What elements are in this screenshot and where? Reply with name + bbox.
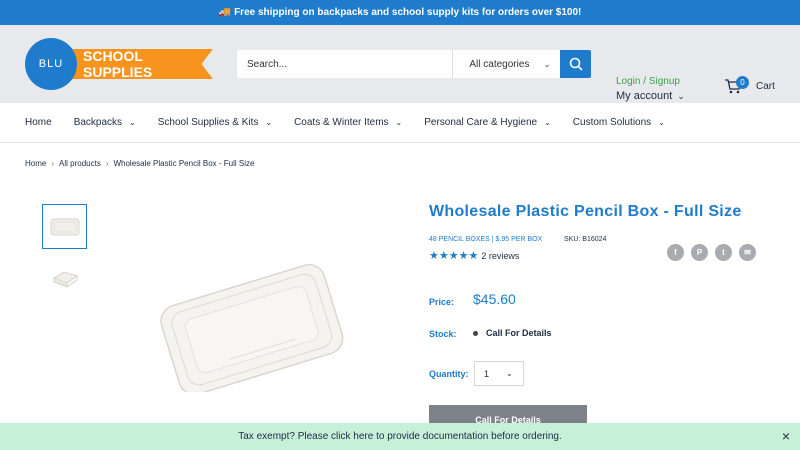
- cart-button[interactable]: 0 Cart: [724, 76, 775, 94]
- chevron-down-icon: ⌄: [544, 118, 551, 127]
- facebook-icon[interactable]: f: [667, 244, 684, 261]
- product-meta: 48 PENCIL BOXES | $.95 PER BOX SKU: B160…: [429, 236, 606, 243]
- product-main-image[interactable]: [150, 262, 350, 396]
- quantity-value: 1: [484, 368, 490, 379]
- login-signup-link[interactable]: Login / Signup: [616, 76, 680, 87]
- tax-exempt-bar[interactable]: Tax exempt? Please click here to provide…: [0, 423, 800, 450]
- quantity-select[interactable]: 1 ⌄: [474, 361, 524, 386]
- chevron-down-icon: ⌄: [658, 118, 665, 127]
- chevron-down-icon: ⌄: [543, 58, 551, 69]
- reviews-count: 2 reviews: [481, 250, 520, 261]
- nav-item-school-supplies[interactable]: School Supplies & Kits ⌄: [158, 117, 272, 128]
- truck-icon: 🚚: [218, 7, 232, 18]
- chevron-down-icon: ⌄: [677, 90, 685, 101]
- nav-item-label: Personal Care & Hygiene: [424, 117, 538, 128]
- nav-item-custom-solutions[interactable]: Custom Solutions ⌄: [573, 117, 665, 128]
- main-nav: Home Backpacks ⌄ School Supplies & Kits …: [0, 103, 800, 143]
- pencil-box-open-image: [52, 271, 78, 288]
- nav-item-label: Home: [25, 117, 52, 128]
- product-title: Wholesale Plastic Pencil Box - Full Size: [429, 203, 742, 220]
- tax-exempt-text[interactable]: Tax exempt? Please click here to provide…: [238, 431, 562, 442]
- site-header: BLU SCHOOL SUPPLIES All categories ⌄ Log…: [0, 25, 800, 103]
- cart-label: Cart: [756, 80, 775, 92]
- price-label: Price:: [429, 297, 455, 307]
- announcement-bar: 🚚 Free shipping on backpacks and school …: [0, 0, 800, 25]
- category-select-label: All categories: [469, 58, 530, 70]
- stock-value: Call For Details: [473, 328, 552, 338]
- cart-count-badge: 0: [736, 76, 749, 89]
- search-bar: All categories ⌄: [237, 50, 591, 78]
- site-logo[interactable]: BLU SCHOOL SUPPLIES: [25, 38, 215, 90]
- price-value: $45.60: [473, 291, 516, 307]
- chevron-down-icon: ⌄: [506, 369, 513, 378]
- nav-item-label: Custom Solutions: [572, 117, 652, 128]
- stock-value-text: Call For Details: [486, 328, 552, 338]
- star-rating-icon: ★★★★★: [429, 250, 479, 262]
- search-button[interactable]: [560, 50, 591, 78]
- search-icon: [569, 57, 583, 71]
- nav-item-label: Coats & Winter Items: [294, 117, 389, 128]
- pencil-box-image: [50, 218, 79, 235]
- chevron-down-icon: ⌄: [129, 118, 136, 127]
- breadcrumb: Home › All products › Wholesale Plastic …: [25, 159, 254, 168]
- twitter-icon[interactable]: t: [715, 244, 732, 261]
- product-thumbnail-2[interactable]: [42, 255, 87, 300]
- nav-item-backpacks[interactable]: Backpacks ⌄: [74, 117, 136, 128]
- breadcrumb-all-products[interactable]: All products: [59, 159, 101, 168]
- breadcrumb-home[interactable]: Home: [25, 159, 46, 168]
- logo-banner: SCHOOL SUPPLIES: [69, 49, 213, 79]
- close-icon[interactable]: ×: [782, 429, 790, 443]
- chevron-down-icon: ⌄: [395, 118, 403, 127]
- category-select[interactable]: All categories ⌄: [452, 50, 561, 78]
- search-input[interactable]: [237, 50, 453, 78]
- chevron-right-icon: ›: [51, 159, 55, 168]
- nav-item-label: Backpacks: [73, 117, 123, 128]
- stock-status-dot: [473, 330, 478, 336]
- pinterest-icon[interactable]: P: [691, 244, 708, 261]
- stock-label: Stock:: [429, 329, 457, 339]
- product-thumbnail-1[interactable]: [42, 204, 87, 249]
- my-account-label: My account: [616, 90, 673, 102]
- nav-item-coats[interactable]: Coats & Winter Items ⌄: [294, 117, 402, 128]
- breadcrumb-current: Wholesale Plastic Pencil Box - Full Size: [113, 159, 255, 168]
- chevron-down-icon: ⌄: [265, 118, 273, 127]
- email-icon[interactable]: ✉: [739, 244, 756, 261]
- quantity-label: Quantity:: [429, 369, 469, 379]
- my-account-menu[interactable]: My account ⌄: [616, 90, 685, 102]
- nav-item-home[interactable]: Home: [25, 117, 52, 128]
- chevron-right-icon: ›: [105, 159, 109, 168]
- pack-info: 48 PENCIL BOXES | $.95 PER BOX: [429, 236, 543, 243]
- sku-label: SKU: B16024: [564, 236, 607, 243]
- nav-item-personal-care[interactable]: Personal Care & Hygiene ⌄: [424, 117, 551, 128]
- nav-item-label: School Supplies & Kits: [157, 117, 259, 128]
- product-rating[interactable]: ★★★★★ 2 reviews: [429, 249, 519, 262]
- logo-circle: BLU: [25, 38, 77, 90]
- announcement-text: Free shipping on backpacks and school su…: [234, 7, 582, 18]
